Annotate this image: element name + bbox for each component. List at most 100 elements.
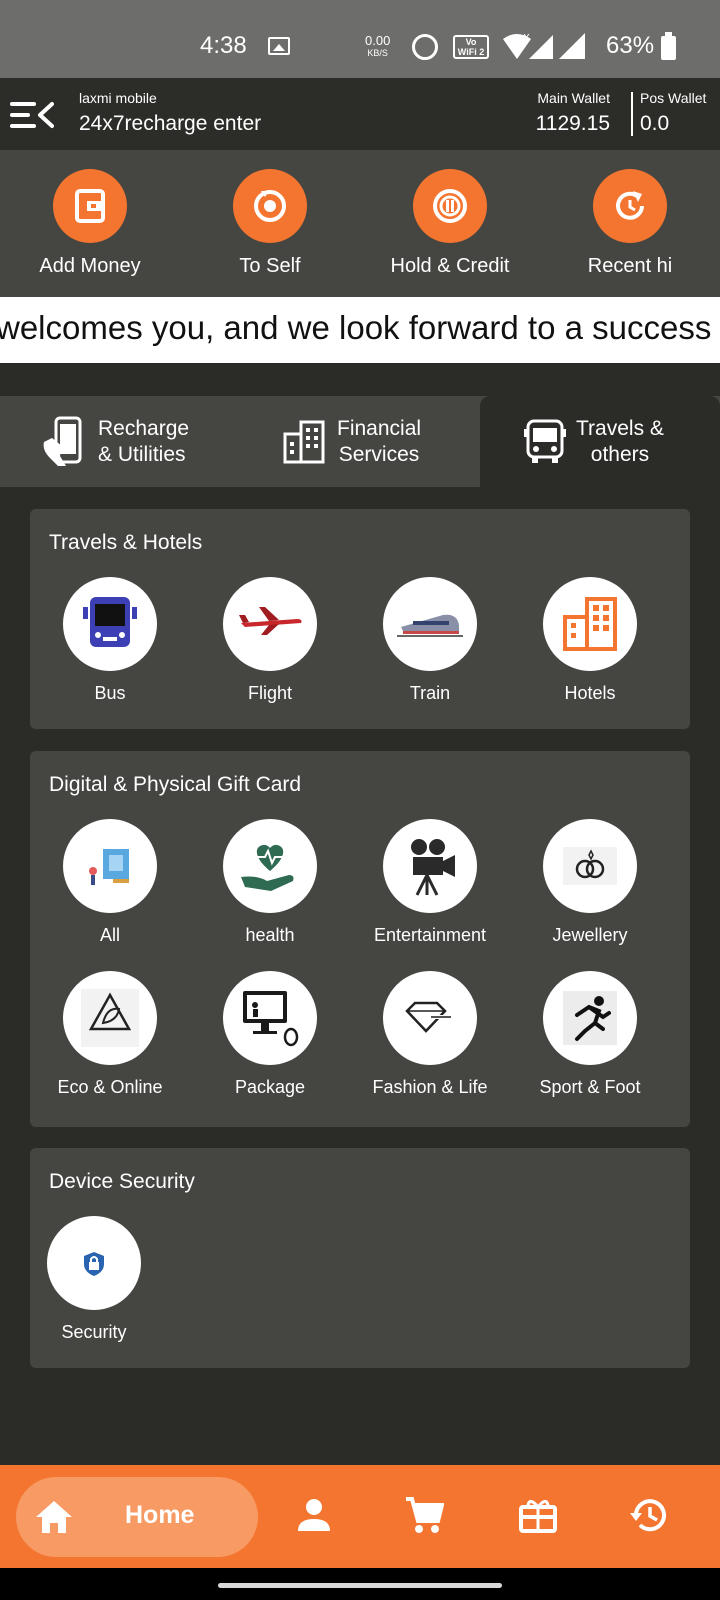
sport-foot-label: Sport & Foot [539,1077,641,1097]
bus-icon [524,419,566,463]
device-security-card: Device Security Security [30,1148,690,1368]
tab-travels-others[interactable]: Travels & others [480,396,720,487]
menu-collapse-icon[interactable] [10,100,54,130]
profile-icon[interactable] [294,1495,334,1535]
device-security-title: Device Security [49,1170,195,1193]
status-time: 4:38 [200,32,247,59]
shop-name: laxmi mobile [79,90,157,106]
tab-travels-line1: Travels & [576,416,664,440]
bottom-nav: Home [0,1465,720,1568]
runner-icon [543,971,637,1065]
bus-button[interactable]: Bus [30,577,190,704]
network-speed: 0.00 KB/S [365,34,390,60]
gift-card-title: Digital & Physical Gift Card [49,773,302,796]
home-label: Home [125,1501,195,1529]
travels-hotels-card: Travels & Hotels Bus Flight Train Hotels [30,509,690,729]
recent-history-label: Recent hi [587,255,673,277]
building-icon [283,420,325,463]
quick-actions: Add Money To Self Hold & Credit Recent h… [0,150,720,297]
pos-wallet[interactable]: Pos Wallet 0.0 [640,90,706,136]
hold-credit-label: Hold & Credit [390,255,510,277]
vowifi-icon: Vo WiFi 2 [453,35,489,59]
mobile-hand-icon [43,416,82,466]
fashion-diamond-icon [383,971,477,1065]
tab-financial-services[interactable]: Financial Services [283,396,421,487]
hold-credit-icon [413,169,487,243]
shield-lock-icon [47,1216,141,1310]
security-label: Security [61,1322,127,1342]
shop-id: 24x7recharge enter [79,112,262,135]
health-button[interactable]: health [190,819,350,946]
recent-history-icon [593,169,667,243]
gesture-navigation-bar[interactable] [0,1568,720,1600]
wallet-icon [53,169,127,243]
movie-camera-icon [383,819,477,913]
main-wallet[interactable]: Main Wallet 1129.15 [536,90,610,136]
jewellery-button[interactable]: Jewellery [510,819,670,946]
eco-online-label: Eco & Online [57,1077,163,1097]
tab-recharge-utilities[interactable]: Recharge & Utilities [40,396,189,487]
recent-history-button[interactable]: Recent hi [540,150,720,297]
welcome-marquee: welcomes you, and we look forward to a s… [0,297,720,363]
jewellery-label: Jewellery [552,925,628,945]
tab-recharge-line2: & Utilities [98,442,186,466]
eco-online-button[interactable]: Eco & Online [30,971,190,1098]
all-giftcards-button[interactable]: All [30,819,190,946]
network-speed-value: 0.00 [365,33,391,48]
recycle-icon [63,971,157,1065]
bus-label: Bus [94,683,126,703]
tab-financial-label: Financial Services [337,416,421,468]
main-wallet-label: Main Wallet [537,90,610,106]
hotels-label: Hotels [564,683,616,703]
package-label: Package [234,1077,306,1097]
security-button[interactable]: Security [14,1216,174,1343]
all-cards-icon [63,819,157,913]
vowifi-top: Vo [465,37,477,47]
marquee-text: welcomes you, and we look forward to a s… [0,309,712,346]
health-icon [223,819,317,913]
self-transfer-icon [233,169,307,243]
vowifi-bottom: WiFi 2 [457,47,485,57]
train-label: Train [409,683,451,703]
entertainment-button[interactable]: Entertainment [350,819,510,946]
tab-recharge-line1: Recharge [98,416,190,440]
battery-icon [661,32,676,60]
travels-hotels-title: Travels & Hotels [49,531,203,554]
fashion-life-button[interactable]: Fashion & Life [350,971,510,1098]
tab-financial-line1: Financial [337,416,422,440]
flight-label: Flight [247,683,292,703]
package-button[interactable]: Package [190,971,350,1098]
bus-icon [63,577,157,671]
rings-icon [543,819,637,913]
alarm-icon [412,34,438,60]
gift-icon[interactable] [518,1495,558,1535]
tab-recharge-label: Recharge & Utilities [98,416,189,468]
history-icon[interactable] [628,1495,668,1535]
battery-percent: 63% [606,32,655,59]
signal-icon: X [503,33,585,59]
to-self-label: To Self [239,255,301,277]
add-money-label: Add Money [39,255,141,277]
tab-travels-line2: others [590,442,650,466]
train-button[interactable]: Train [350,577,510,704]
entertainment-label: Entertainment [373,925,487,945]
nav-home[interactable]: Home [16,1477,258,1557]
airplane-icon [223,577,317,671]
add-money-button[interactable]: Add Money [0,150,180,297]
tab-financial-line2: Services [338,442,420,466]
wallet-divider [631,92,633,136]
health-label: health [245,925,295,945]
svg-text:X: X [523,33,530,44]
to-self-button[interactable]: To Self [180,150,360,297]
image-notification-icon [268,37,290,55]
pos-wallet-value: 0.0 [640,112,670,135]
hold-credit-button[interactable]: Hold & Credit [360,150,540,297]
tab-travels-label: Travels & others [576,416,664,468]
hotels-button[interactable]: Hotels [510,577,670,704]
cart-icon[interactable] [404,1495,444,1535]
gift-card-card: Digital & Physical Gift Card All health … [30,751,690,1127]
hotel-icon [543,577,637,671]
sport-foot-button[interactable]: Sport & Foot [510,971,670,1098]
flight-button[interactable]: Flight [190,577,350,704]
home-icon [36,1501,72,1533]
